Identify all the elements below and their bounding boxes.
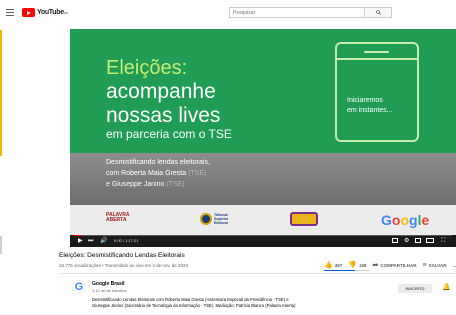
dislike-button[interactable]: 👎 158 <box>348 261 366 269</box>
more-label: ... <box>452 262 456 268</box>
like-ratio-fill <box>324 270 356 271</box>
sidebar-fragment <box>0 30 2 156</box>
palavra-aberta-line-2: ABERTA <box>106 217 127 223</box>
logo-country: BR <box>63 10 68 15</box>
video-title: Eleições: Desmistificando Lendas Eleitor… <box>59 252 185 259</box>
like-ratio-bar <box>324 270 369 271</box>
speaker-name-1: com Roberta Maia Gresta <box>106 170 187 177</box>
google-logo-letter: e <box>421 212 430 228</box>
search-button[interactable] <box>364 8 391 17</box>
progress-bar[interactable] <box>74 235 452 236</box>
miniplayer-icon[interactable] <box>415 238 421 243</box>
save-label: SALVAR <box>428 262 447 268</box>
phone-text-line-1: Iniciaremos <box>347 97 383 104</box>
phone-divider <box>337 58 417 60</box>
google-logo-letter: g <box>409 212 418 228</box>
menu-icon[interactable] <box>6 9 14 16</box>
like-count: 357 <box>334 262 343 268</box>
speaker-line-2: com Roberta Maia Gresta (TSE) <box>106 170 206 177</box>
video-meta: 26.775 visualizações • Transmitido ao vi… <box>59 263 189 268</box>
video-headline-4: em parceria com o TSE <box>106 127 232 141</box>
phone-notch <box>364 51 389 53</box>
channel-name[interactable]: Google Brasil <box>92 281 125 287</box>
video-banner: Eleições: acompanhe nossas lives em parc… <box>70 29 456 153</box>
channel-avatar[interactable]: G <box>72 280 86 294</box>
settings-icon[interactable]: ⚙ <box>404 238 409 244</box>
thumbs-down-icon: 👎 <box>348 262 357 269</box>
dislike-count: 158 <box>358 262 367 268</box>
video-actions: 👍 357 👎 158 ➦ COMPARTILHAR ≡ SALVAR ... <box>324 261 456 270</box>
google-logo-letter: G <box>381 212 392 228</box>
next-icon[interactable]: ⏭ <box>88 238 93 244</box>
tse-logo: Tribunal Superior Eleitoral <box>200 213 228 225</box>
tse-emblem-icon <box>200 213 212 225</box>
video-player[interactable]: Eleições: acompanhe nossas lives em parc… <box>70 29 456 247</box>
sponsors-bar: PALAVRA ABERTA Tribunal Superior Eleitor… <box>70 205 456 235</box>
info-divider <box>59 273 456 274</box>
video-headline-3: nossas lives <box>106 104 221 127</box>
video-headline-2: acompanhe <box>106 80 216 103</box>
share-icon: ➦ <box>372 262 379 269</box>
google-logo: Google <box>381 212 429 228</box>
like-button[interactable]: 👍 357 <box>324 261 342 269</box>
subtitles-icon[interactable] <box>392 238 398 243</box>
youtube-logo[interactable]: YouTube BR <box>22 8 68 17</box>
more-actions-button[interactable]: ... <box>452 263 456 268</box>
phone-text-line-2: em instantes... <box>347 107 393 114</box>
search-icon <box>375 10 381 15</box>
logo-text: YouTube <box>37 9 64 16</box>
search-input[interactable] <box>230 8 364 17</box>
speaker-line-1: Desmistificando lendas eleitorais, <box>106 159 210 166</box>
subscriber-count: 1,12 mi de inscritos <box>92 288 127 293</box>
playlist-add-icon: ≡ <box>422 261 427 269</box>
tse-line-3: Eleitoral <box>214 221 228 225</box>
search-box <box>229 7 392 18</box>
phone-text: Iniciaremos em instantes... <box>347 96 393 116</box>
thumbs-up-icon: 👍 <box>324 262 333 269</box>
speaker-org-1: (TSE) <box>188 170 207 177</box>
elections-badge-logo <box>290 212 318 226</box>
speakers-panel: Desmistificando lendas eleitorais, com R… <box>70 153 456 205</box>
share-button[interactable]: ➦ COMPARTILHAR <box>372 261 416 269</box>
play-logo-icon <box>22 8 35 17</box>
theater-mode-icon[interactable] <box>426 238 434 243</box>
speaker-line-3: e Giuseppe Janino (TSE) <box>106 181 185 188</box>
palavra-aberta-logo: PALAVRA ABERTA <box>106 213 129 223</box>
play-icon[interactable]: ▶ <box>78 238 83 244</box>
subscribe-button[interactable]: INSCRITO <box>398 284 432 293</box>
video-headline-1: Eleições: <box>106 57 188 79</box>
save-button[interactable]: ≡ SALVAR <box>423 262 447 269</box>
fullscreen-icon[interactable]: ⛶ <box>441 238 445 244</box>
google-logo-letter: o <box>400 212 410 228</box>
share-label: COMPARTILHAR <box>380 262 417 268</box>
speaker-org-2: (TSE) <box>166 181 185 188</box>
phone-illustration: Iniciaremos em instantes... <box>335 42 419 142</box>
masthead: YouTube BR <box>0 0 456 26</box>
notification-bell-icon[interactable]: 🔔 <box>442 283 451 291</box>
speaker-name-2: e Giuseppe Janino <box>106 181 165 188</box>
volume-icon[interactable]: 🔊 <box>100 238 107 244</box>
video-description: Desmistificando Lendas Eleitorais com Ro… <box>92 297 296 308</box>
time-display: 0:00 / 1:17:21 <box>114 238 139 243</box>
progress-fill <box>74 235 82 236</box>
player-controls: ▶ ⏭ 🔊 0:00 / 1:17:21 ⚙ ⛶ <box>70 235 456 247</box>
tse-logo-text: Tribunal Superior Eleitoral <box>214 213 228 225</box>
sidebar-fragment-2 <box>0 236 2 254</box>
